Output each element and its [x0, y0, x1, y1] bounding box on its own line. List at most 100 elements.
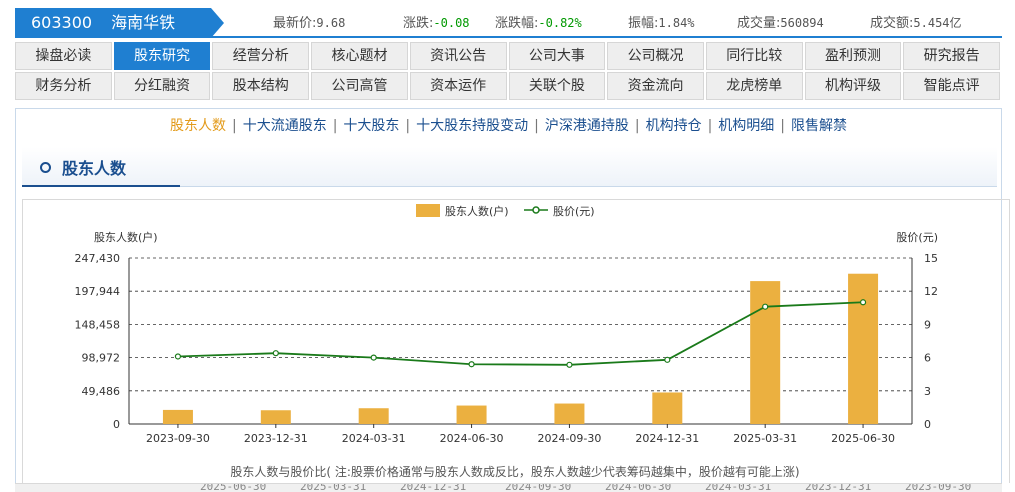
subnav-link[interactable]: 限售解禁: [791, 118, 847, 134]
nav-tab[interactable]: 智能点评: [903, 72, 1001, 100]
sub-nav: 股东人数 | 十大流通股东 | 十大股东 | 十大股东持股变动 | 沪深港通持股 | 机构持仓 | 机构…: [16, 115, 1001, 135]
x-tick-label: 2024-12-31: [635, 432, 699, 445]
history-date-header: 2023-09-30: [905, 483, 972, 492]
nav-tab[interactable]: 财务分析: [15, 72, 112, 100]
subnav-separator: |: [534, 118, 539, 134]
nav-tab[interactable]: 盈利预测: [804, 42, 902, 70]
price-point: [664, 356, 671, 363]
subnav-link[interactable]: 机构持仓: [646, 118, 702, 134]
nav-tab[interactable]: 资金流向: [607, 72, 704, 100]
subnav-link[interactable]: 沪深港通持股: [545, 118, 629, 134]
y-tick-left: 0: [113, 418, 120, 431]
section-header: 股东人数: [22, 147, 997, 187]
subnav-separator: |: [405, 118, 411, 134]
quote-item: 涨跌:-0.08: [403, 8, 470, 38]
chart-svg: 股东人数(户) 股价(元) 股东人数(户) 股价(元) 247,430 197,944 14…: [75, 204, 938, 479]
quote-label: 涨跌:: [403, 16, 434, 31]
bar: [162, 409, 193, 424]
bar: [554, 403, 585, 424]
quote-item: 成交量:560894: [737, 8, 824, 38]
legend-label: 股东人数(户): [445, 204, 509, 218]
history-date-header: 2025-03-31: [300, 483, 367, 492]
history-table-header-strip: 2025-06-30 2025-03-31 2024-12-31 2024-09-30…: [15, 483, 1002, 492]
stock-name: 海南华铁: [111, 13, 176, 32]
y-tick-right: 6: [924, 352, 931, 365]
bar: [848, 273, 879, 424]
quote-item: 最新价:9.68: [273, 8, 345, 38]
section-title-wrap: 股东人数: [22, 147, 180, 187]
y-tick-left: 247,430: [75, 252, 121, 265]
main-nav: 操盘必读 股东研究 经营分析 核心题材 资讯公告 公司大事 公司概况 同行比较 盈利预测 研究报告…: [15, 42, 1002, 102]
nav-tab[interactable]: 资本运作: [409, 72, 507, 100]
quote-value: 5.454亿: [913, 16, 962, 30]
stock-tag: 603300 海南华铁: [15, 8, 211, 38]
legend-line-marker: [532, 206, 540, 214]
nav-tab[interactable]: 操盘必读: [15, 42, 112, 70]
subnav-link[interactable]: 十大股东持股变动: [416, 118, 528, 134]
y-tick-right: 15: [924, 252, 938, 265]
quote-value: 1.84%: [658, 16, 695, 30]
subnav-link[interactable]: 十大流通股东: [243, 118, 327, 134]
nav-tab[interactable]: 同行比较: [705, 42, 803, 70]
subnav-separator: |: [780, 118, 786, 134]
y-tick-right: 9: [924, 318, 931, 331]
quote-value: -0.82%: [538, 16, 582, 30]
y-axis-left-title: 股东人数(户): [94, 230, 158, 244]
subnav-link[interactable]: 股东人数: [170, 118, 226, 134]
subnav-separator: |: [231, 118, 237, 134]
nav-tab[interactable]: 公司概况: [607, 42, 704, 70]
nav-tab[interactable]: 机构评级: [804, 72, 902, 100]
subnav-link[interactable]: 十大股东: [343, 118, 399, 134]
circle-bullet-icon: [40, 162, 51, 173]
nav-tab[interactable]: 股本结构: [212, 72, 310, 100]
history-date-header: 2025-06-30: [200, 483, 267, 492]
quote-item: 涨跌幅:-0.82%: [495, 8, 582, 38]
section-title: 股东人数: [62, 159, 127, 178]
stock-code: 603300: [31, 13, 93, 32]
y-tick-right: 12: [924, 285, 938, 298]
history-date-header: 2023-12-31: [805, 483, 872, 492]
quote-item: 成交额:5.454亿: [870, 8, 962, 38]
stock-tag-arrow: [211, 8, 224, 38]
nav-tab[interactable]: 股东研究: [113, 42, 211, 70]
quote-value: -0.08: [433, 16, 470, 30]
holder-count-chart: 股东人数(户) 股价(元) 股东人数(户) 股价(元) 247,430 197,944 14…: [22, 199, 1010, 492]
nav-tab[interactable]: 公司高管: [311, 72, 408, 100]
nav-tab[interactable]: 经营分析: [212, 42, 310, 70]
subnav-link[interactable]: 机构明细: [718, 118, 774, 134]
nav-tab[interactable]: 核心题材: [311, 42, 408, 70]
x-tick-label: 2023-12-31: [244, 432, 308, 445]
history-date-header: 2024-12-31: [400, 483, 467, 492]
y-tick-left: 98,972: [82, 352, 121, 365]
nav-tab[interactable]: 龙虎榜单: [705, 72, 803, 100]
price-point: [272, 350, 279, 357]
quote-label: 振幅:: [628, 16, 659, 31]
nav-tab[interactable]: 资讯公告: [409, 42, 507, 70]
x-tick-label: 2023-09-30: [146, 432, 210, 445]
price-point: [762, 303, 769, 310]
nav-tab[interactable]: 研究报告: [903, 42, 1001, 70]
nav-tab[interactable]: 关联个股: [508, 72, 606, 100]
price-point: [468, 361, 475, 368]
quote-label: 最新价:: [273, 16, 317, 31]
price-point: [370, 354, 377, 361]
subnav-separator: |: [707, 118, 713, 134]
legend-bar-swatch: [416, 204, 440, 217]
quote-label: 涨跌幅:: [495, 16, 539, 31]
price-point: [174, 353, 182, 360]
subnav-separator: |: [332, 118, 338, 134]
bar: [260, 410, 291, 424]
y-tick-left: 148,458: [75, 318, 121, 331]
history-date-header: 2024-03-31: [705, 483, 772, 492]
bar: [652, 392, 683, 424]
y-tick-right: 3: [924, 385, 931, 398]
x-tick-label: 2025-06-30: [831, 432, 895, 445]
y-axis-right-title: 股价(元): [896, 231, 938, 244]
nav-tab[interactable]: 公司大事: [508, 42, 606, 70]
y-tick-right: 0: [924, 418, 931, 431]
nav-tab[interactable]: 分红融资: [113, 72, 211, 100]
legend-label: 股价(元): [553, 205, 595, 218]
x-tick-label: 2024-06-30: [440, 432, 504, 445]
history-date-header: 2024-09-30: [505, 483, 572, 492]
quote-item: 振幅:1.84%: [628, 8, 695, 38]
